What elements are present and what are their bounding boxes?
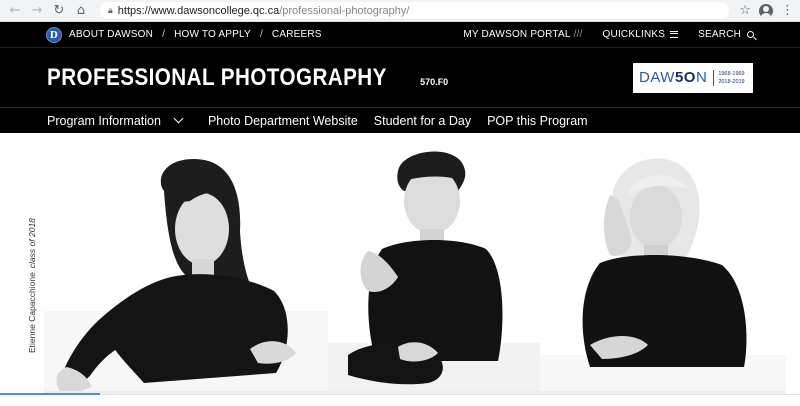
student-portrait-2 xyxy=(328,151,540,395)
bookmark-star-icon[interactable]: ☆ xyxy=(739,3,751,18)
dawson-50-logo[interactable]: DAW5ON 1968-1969 2018-2019 xyxy=(633,62,753,93)
how-to-apply-link[interactable]: HOW TO APPLY xyxy=(174,29,251,40)
dawson-logo-icon[interactable]: D xyxy=(46,26,62,43)
dawson-50-wordmark: DAW5ON xyxy=(639,69,708,86)
quicklinks-label: QUICKLINKS xyxy=(602,29,666,40)
portal-label: MY DAWSON PORTAL xyxy=(463,29,571,40)
nav-pop-this-program[interactable]: POP this Program xyxy=(487,114,588,128)
about-dawson-link[interactable]: ABOUT DAWSON xyxy=(69,29,153,40)
student-portrait-3 xyxy=(540,158,786,395)
url-host: https://www.dawsoncollege.qc.ca xyxy=(117,4,280,17)
browser-toolbar: ← → ↻ ⌂ 🔒︎ https://www.dawsoncollege.qc.… xyxy=(0,0,800,22)
url-path: /professional-photography/ xyxy=(279,4,410,17)
photo-credit: Etienne Capacchioneclass of 2018 xyxy=(27,218,37,353)
nav-photo-department-website[interactable]: Photo Department Website xyxy=(208,114,358,128)
reload-icon[interactable]: ↻ xyxy=(50,2,68,20)
hamburger-icon xyxy=(670,30,679,38)
page-load-progress xyxy=(0,393,100,395)
search-button[interactable]: SEARCH xyxy=(698,29,754,40)
anniversary-years: 1968-1969 2018-2019 xyxy=(713,69,745,86)
separator: / xyxy=(259,29,263,40)
my-dawson-portal-link[interactable]: MY DAWSON PORTAL/// xyxy=(463,29,582,40)
separator: / xyxy=(162,29,166,40)
utility-nav: ABOUT DAWSON / HOW TO APPLY / CAREERS xyxy=(69,29,322,40)
portal-slashes: /// xyxy=(573,29,583,40)
nav-program-information[interactable]: Program Information xyxy=(47,114,192,128)
program-nav: Program Information Photo Department Web… xyxy=(0,107,800,133)
page-title: PROFESSIONAL PHOTOGRAPHY xyxy=(47,63,387,91)
address-bar[interactable]: 🔒︎ https://www.dawsoncollege.qc.ca/profe… xyxy=(100,2,730,19)
browser-menu-icon[interactable]: ⋮ xyxy=(781,4,794,17)
utility-right: MY DAWSON PORTAL/// QUICKLINKS SEARCH xyxy=(463,29,754,40)
home-icon[interactable]: ⌂ xyxy=(72,2,90,20)
careers-link[interactable]: CAREERS xyxy=(272,29,322,40)
lock-icon: 🔒︎ xyxy=(108,5,113,16)
hero-banner: Etienne Capacchioneclass of 2018 xyxy=(0,133,800,395)
chevron-down-icon[interactable] xyxy=(173,113,184,124)
program-code: 570.F0 xyxy=(420,76,449,87)
forward-icon[interactable]: → xyxy=(28,2,46,20)
student-portrait-1 xyxy=(44,159,328,395)
account-icon[interactable] xyxy=(759,3,773,18)
search-label: SEARCH xyxy=(698,29,741,40)
search-icon xyxy=(747,30,754,38)
divider xyxy=(0,394,800,395)
quicklinks-button[interactable]: QUICKLINKS xyxy=(603,29,679,40)
utility-bar: D ABOUT DAWSON / HOW TO APPLY / CAREERS … xyxy=(0,22,800,47)
nav-student-for-a-day[interactable]: Student for a Day xyxy=(374,114,471,128)
program-header: PROFESSIONAL PHOTOGRAPHY 570.F0 DAW5ON 1… xyxy=(0,47,800,107)
back-icon[interactable]: ← xyxy=(6,2,24,20)
